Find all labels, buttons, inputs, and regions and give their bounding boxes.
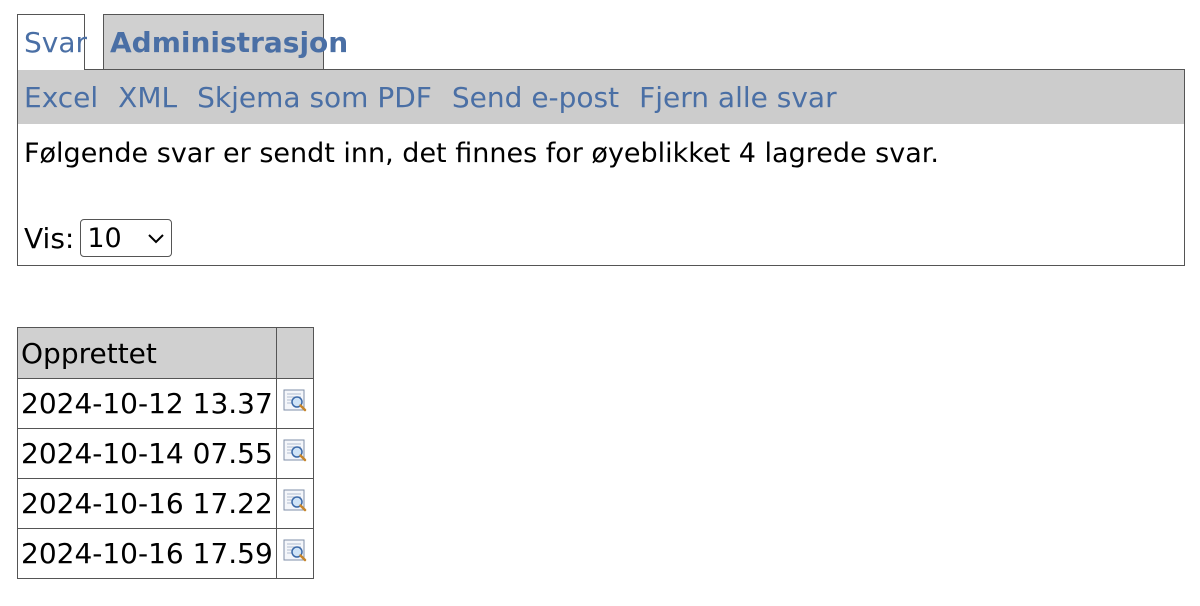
created-cell: 2024-10-16 17.22	[17, 478, 277, 529]
table-row: 2024-10-14 07.55	[17, 428, 314, 479]
column-header-created: Opprettet	[17, 327, 277, 379]
table-header-row: Opprettet	[17, 327, 314, 379]
tab-administrasjon[interactable]: Administrasjon	[103, 14, 348, 69]
created-cell: 2024-10-14 07.55	[17, 428, 277, 479]
remove-all-responses-link[interactable]: Fjern alle svar	[639, 81, 836, 114]
responses-info-text: Følgende svar er sendt inn, det finnes f…	[24, 138, 939, 169]
created-cell: 2024-10-12 13.37	[17, 378, 277, 429]
view-details-icon[interactable]	[282, 538, 308, 571]
tab-svar[interactable]: Svar	[17, 14, 87, 70]
action-cell	[275, 478, 314, 529]
page-size-row: Vis: 10	[24, 219, 173, 257]
view-details-icon[interactable]	[282, 438, 308, 471]
view-details-icon[interactable]	[282, 388, 308, 421]
page-size-value: 10	[87, 222, 122, 254]
schema-pdf-link[interactable]: Skjema som PDF	[197, 81, 432, 114]
created-cell: 2024-10-16 17.59	[17, 528, 277, 579]
excel-link[interactable]: Excel	[24, 81, 98, 114]
action-cell	[275, 528, 314, 579]
send-email-link[interactable]: Send e-post	[452, 81, 619, 114]
table-row: 2024-10-12 13.37	[17, 378, 314, 429]
table-row: 2024-10-16 17.59	[17, 528, 314, 579]
page-size-label: Vis:	[24, 221, 75, 255]
info-panel: Følgende svar er sendt inn, det finnes f…	[17, 124, 1185, 266]
table-row: 2024-10-16 17.22	[17, 478, 314, 529]
toolbar: Excel XML Skjema som PDF Send e-post Fje…	[17, 69, 1185, 125]
xml-link[interactable]: XML	[118, 81, 177, 114]
chevron-down-icon	[147, 232, 165, 244]
view-details-icon[interactable]	[282, 488, 308, 521]
page-size-select[interactable]: 10	[80, 219, 173, 257]
action-cell	[275, 378, 314, 429]
column-header-actions	[275, 327, 314, 379]
action-cell	[275, 428, 314, 479]
responses-table: Opprettet 2024-10-12 13.37 2024-10-14 07.…	[17, 327, 314, 579]
